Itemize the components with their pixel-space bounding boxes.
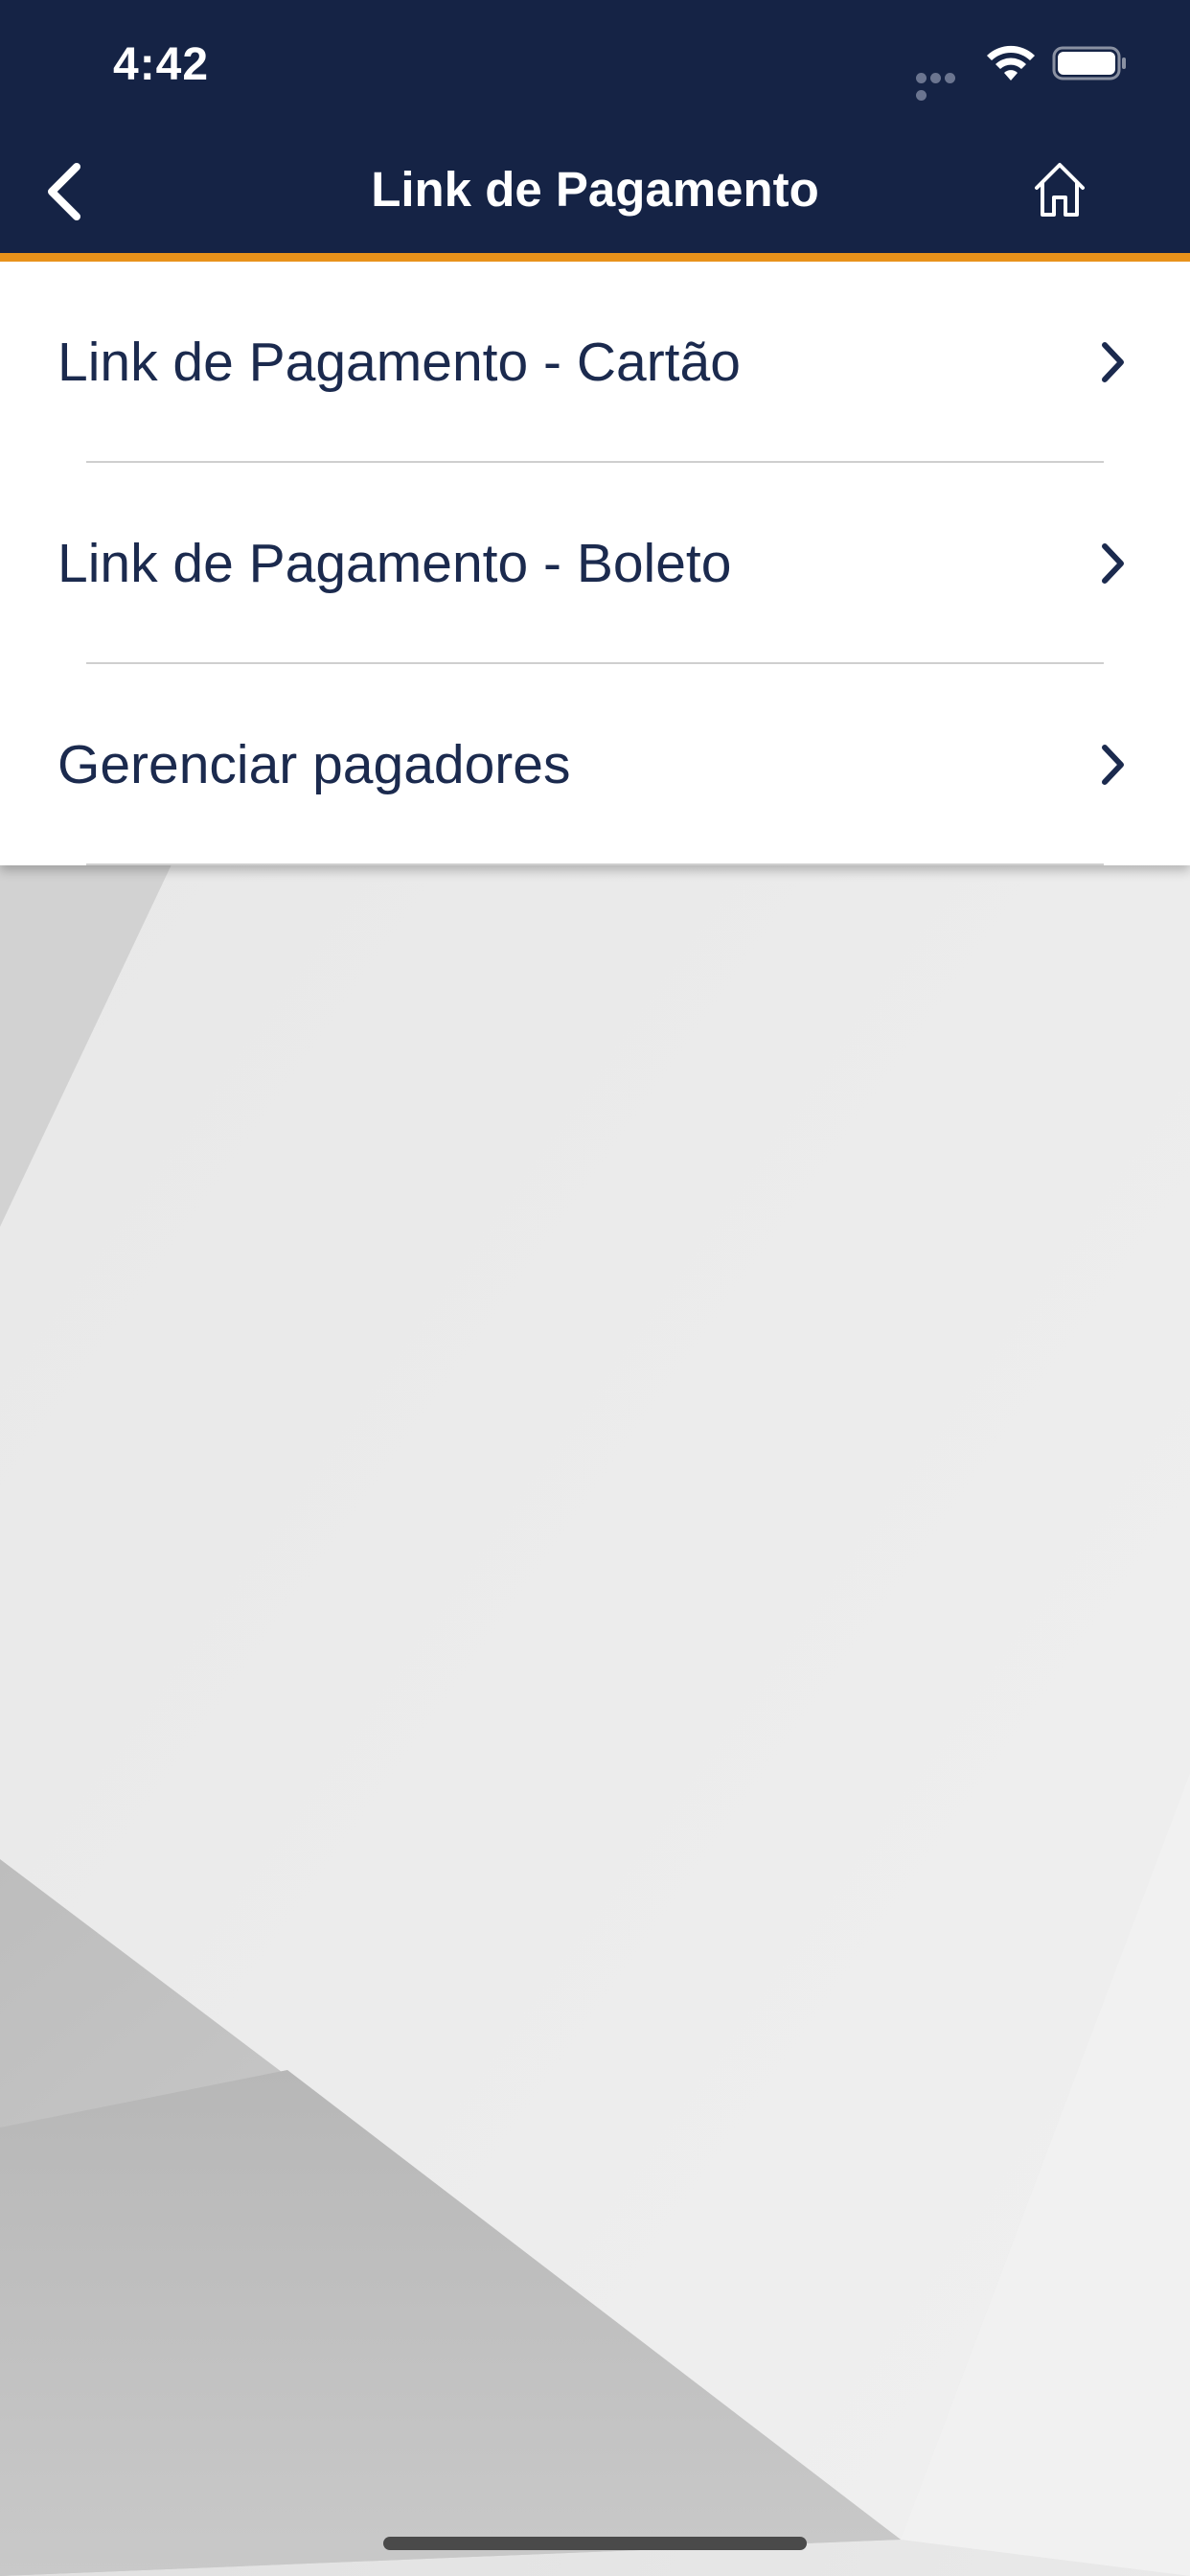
chevron-right-icon bbox=[1102, 745, 1124, 785]
payment-link-menu: Link de Pagamento - Cartão Link de Pagam… bbox=[0, 262, 1190, 865]
status-bar-time: 4:42 bbox=[113, 39, 210, 90]
menu-item-link-boleto[interactable]: Link de Pagamento - Boleto bbox=[0, 463, 1190, 664]
chevron-right-icon bbox=[1102, 342, 1124, 382]
menu-item-label: Link de Pagamento - Cartão bbox=[57, 332, 741, 393]
menu-item-link-cartao[interactable]: Link de Pagamento - Cartão bbox=[0, 262, 1190, 463]
menu-divider bbox=[86, 863, 1104, 865]
home-indicator[interactable] bbox=[383, 2537, 807, 2550]
wifi-icon bbox=[987, 45, 1035, 80]
header-accent-bar bbox=[0, 253, 1190, 262]
home-button[interactable] bbox=[1016, 146, 1104, 234]
navigation-bar: 4:42 Link de Pagamento bbox=[0, 0, 1190, 253]
home-icon bbox=[1035, 163, 1085, 217]
menu-item-label: Gerenciar pagadores bbox=[57, 734, 571, 795]
page-title: Link de Pagamento bbox=[371, 162, 819, 217]
menu-item-gerenciar-pagadores[interactable]: Gerenciar pagadores bbox=[0, 664, 1190, 865]
cellular-signal-icon bbox=[916, 71, 972, 101]
menu-item-label: Link de Pagamento - Boleto bbox=[57, 533, 732, 594]
chevron-right-icon bbox=[1102, 543, 1124, 584]
chevron-left-icon bbox=[48, 163, 80, 220]
battery-icon bbox=[1052, 46, 1126, 80]
back-button[interactable] bbox=[27, 146, 107, 238]
